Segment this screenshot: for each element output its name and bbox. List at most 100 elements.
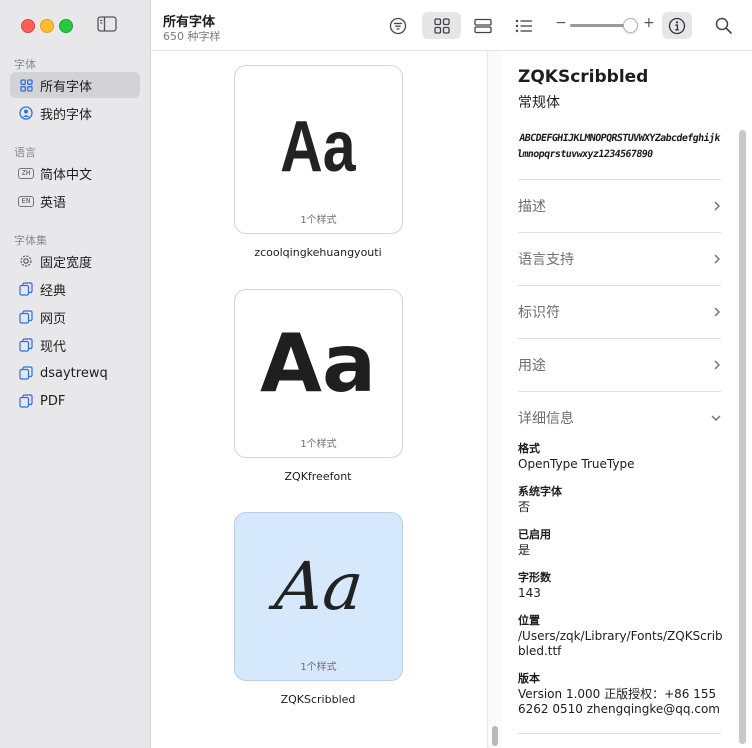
divider (518, 285, 721, 286)
detail-value-glyph-count: 143 (518, 586, 541, 600)
detail-value-version: Version 1.000 正版授权：+86 155 6262 0510 zhe… (518, 687, 720, 716)
font-sample-preview: Aa (266, 548, 367, 625)
sidebar-item-label: 现代 (40, 339, 67, 355)
sidebar-item-fixed-width[interactable]: 固定宽度 (10, 248, 140, 274)
row-usage[interactable]: 用途 (518, 355, 721, 375)
detail-value-system-font: 否 (518, 500, 531, 514)
row-language-support[interactable]: 语言支持 (518, 249, 721, 269)
sidebar-item-modern[interactable]: 现代 (10, 332, 140, 358)
svg-text:Aa: Aa (266, 548, 367, 625)
svg-text:Aa: Aa (260, 317, 376, 410)
font-card-zqkfreefont[interactable]: Aa 1个样式 (234, 289, 403, 458)
sidebar-item-label: 经典 (40, 283, 67, 299)
list-view-button[interactable] (511, 12, 537, 39)
sidebar-item-label: 我的字体 (40, 107, 93, 123)
chevron-right-icon (714, 307, 720, 317)
zh-badge-icon: ZH (18, 165, 34, 181)
detail-value-location: /Users/zqk/Library/Fonts/ZQKScribbled.tt… (518, 629, 723, 658)
detail-label-system-font: 系统字体 (518, 485, 562, 498)
sidebar-item-label: 英语 (40, 195, 67, 211)
detail-label-location: 位置 (518, 614, 540, 627)
row-description[interactable]: 描述 (518, 196, 721, 216)
toolbar: 所有字体 650 种字样 − + (151, 0, 752, 51)
sidebar-item-label: 固定宽度 (40, 255, 93, 271)
section-title-languages: 语言 (14, 146, 36, 159)
grid-icon (18, 77, 34, 93)
collection-icon (18, 337, 34, 353)
divider (518, 733, 721, 734)
info-scrollbar-thumb[interactable] (739, 130, 746, 744)
font-sample-preview: Aa (260, 317, 376, 410)
chevron-right-icon (714, 254, 720, 264)
sidebar-item-label: PDF (40, 393, 66, 409)
sidebar-item-web[interactable]: 网页 (10, 304, 140, 330)
divider (518, 232, 721, 233)
section-title-collections: 字体集 (14, 234, 47, 247)
divider (518, 179, 721, 180)
sample-view-button[interactable] (467, 12, 499, 39)
font-book-window: 字体 所有字体 我的字体 语言 ZH 简体中文 EN 英语 字体集 固定宽度 经… (0, 0, 752, 748)
zoom-slider-fill (570, 24, 630, 27)
sample-view-icon (474, 18, 492, 33)
font-card-zcoolqingkehuangyouti[interactable]: Aa 1个样式 (234, 65, 403, 234)
en-badge-icon: EN (18, 193, 34, 209)
divider (518, 338, 721, 339)
row-details[interactable]: 详细信息 (518, 408, 721, 428)
font-card-zqkscribbled[interactable]: Aa 1个样式 (234, 512, 403, 681)
row-identifier[interactable]: 标识符 (518, 302, 721, 322)
grid-view-icon (433, 17, 450, 34)
detail-value-enabled: 是 (518, 543, 531, 557)
sidebar-item-label: 所有字体 (40, 79, 93, 95)
font-sample-preview: Aa (280, 105, 357, 186)
close-window-button[interactable] (21, 19, 35, 33)
gear-icon (18, 253, 34, 269)
sidebar-item-all-fonts[interactable]: 所有字体 (10, 72, 140, 98)
collection-icon (18, 309, 34, 325)
font-style: 常规体 (518, 95, 560, 111)
svg-text:Aa: Aa (280, 105, 357, 186)
collection-icon (18, 365, 34, 381)
collection-icon (18, 393, 34, 409)
info-icon (668, 17, 686, 34)
zoom-out-icon[interactable]: − (555, 15, 567, 31)
chevron-right-icon (714, 201, 720, 211)
font-card-name: zcoolqingkehuangyouti (254, 246, 382, 259)
grid-view-button[interactable] (422, 12, 461, 39)
font-card-name: ZQKScribbled (280, 693, 356, 706)
sidebar-toggle-icon[interactable] (97, 16, 117, 32)
sidebar-item-label: dsaytrewq (40, 365, 108, 381)
sidebar-item-my-fonts[interactable]: 我的字体 (10, 100, 140, 126)
minimize-window-button[interactable] (40, 19, 54, 33)
search-button[interactable] (711, 12, 735, 39)
zoom-slider-thumb[interactable] (622, 18, 638, 33)
sidebar-item-pdf[interactable]: PDF (10, 388, 140, 414)
filter-icon (389, 17, 407, 34)
filter-button[interactable] (385, 12, 411, 39)
zoom-in-icon[interactable]: + (643, 15, 655, 31)
section-title-fonts: 字体 (14, 58, 36, 71)
detail-label-enabled: 已启用 (518, 528, 551, 541)
font-grid: Aa 1个样式 zcoolqingkehuangyouti Aa 1个样式 ZQ… (151, 51, 487, 748)
zoom-window-button[interactable] (59, 19, 73, 33)
sidebar-item-classic[interactable]: 经典 (10, 276, 140, 302)
sidebar: 字体 所有字体 我的字体 语言 ZH 简体中文 EN 英语 字体集 固定宽度 经… (0, 0, 151, 748)
person-icon (18, 105, 34, 121)
font-character-preview: ABCDEFGHIJKLMNOPQRSTUVWXYZabcdefghijklmn… (516, 133, 721, 160)
detail-label-version: 版本 (518, 672, 540, 685)
info-scrollbar[interactable] (736, 130, 748, 748)
info-button[interactable] (662, 12, 692, 39)
sidebar-item-dsaytrewq[interactable]: dsaytrewq (10, 360, 140, 386)
font-name: ZQKScribbled (518, 67, 649, 87)
collection-icon (18, 281, 34, 297)
font-card-name: ZQKfreefont (284, 470, 352, 483)
detail-label-format: 格式 (518, 442, 540, 455)
sidebar-item-english[interactable]: EN 英语 (10, 188, 140, 214)
grid-scrollbar-thumb[interactable] (492, 726, 498, 746)
grid-scrollbar[interactable] (487, 51, 503, 748)
sidebar-item-chinese[interactable]: ZH 简体中文 (10, 160, 140, 186)
sidebar-item-label: 简体中文 (40, 167, 93, 183)
sidebar-item-label: 网页 (40, 311, 67, 327)
search-icon (715, 17, 732, 34)
chevron-down-icon (711, 415, 721, 421)
detail-label-glyph-count: 字形数 (518, 571, 551, 584)
